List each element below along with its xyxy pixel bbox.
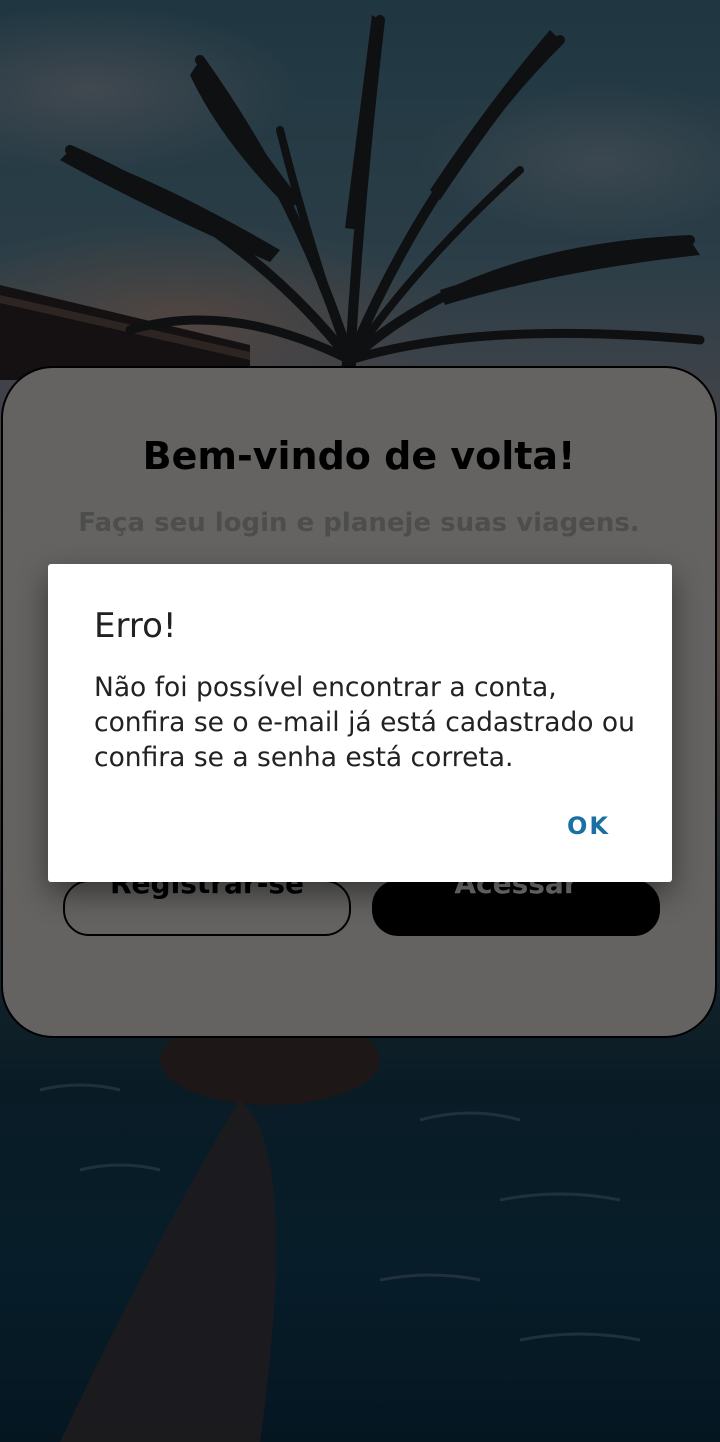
error-dialog: Erro! Não foi possível encontrar a conta… — [48, 564, 672, 882]
dialog-title: Erro! — [94, 606, 177, 646]
dialog-message: Não foi possível encontrar a conta, conf… — [94, 672, 635, 773]
ok-button[interactable]: OK — [567, 812, 610, 840]
